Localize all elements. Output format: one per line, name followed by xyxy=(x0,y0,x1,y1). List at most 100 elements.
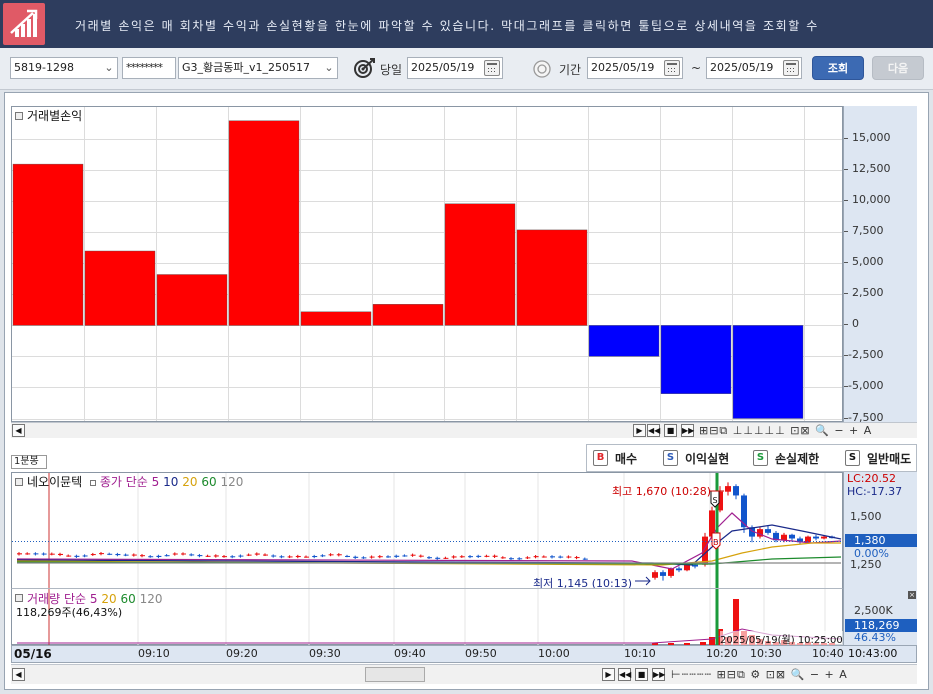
chart-tools-icon[interactable]: ⊢┄┄┄┄ ⊞⊟⧉ ⚙ ⊡⊠ 🔍 − + A xyxy=(671,668,913,682)
candle xyxy=(148,556,154,558)
candle[interactable] xyxy=(733,486,739,496)
candle[interactable] xyxy=(765,529,771,533)
pnl-bar-6[interactable] xyxy=(372,304,444,326)
candle xyxy=(115,553,121,556)
volume-value-text: 118,269주(46,43%) xyxy=(16,606,123,619)
scroll-right-icon[interactable]: ▶ xyxy=(633,424,646,437)
pnl-bar-10[interactable] xyxy=(660,325,732,394)
buy-marker-letter: B xyxy=(713,538,719,547)
take-profit-signal-icon: S xyxy=(663,450,678,466)
pnl-bar-11[interactable] xyxy=(732,325,804,419)
pnl-bar-1[interactable] xyxy=(12,163,84,326)
candle xyxy=(533,556,539,558)
pnl-y-tick: 7,500 xyxy=(852,224,884,238)
interval-label[interactable]: 1분봉 xyxy=(11,455,47,469)
current-volume-pct: 46.43% xyxy=(854,631,896,644)
candle[interactable] xyxy=(789,534,795,539)
price-chart-pane[interactable]: BS 네오이뮨텍 종가 단순 5 10 20 60 120 최고 1,670 (… xyxy=(11,472,843,590)
pnl-y-tick: 15,000 xyxy=(852,131,891,145)
period-radio-icon[interactable] xyxy=(532,59,552,79)
chart-logo-icon xyxy=(3,3,45,45)
candle xyxy=(271,555,277,557)
pnl-bar-2[interactable] xyxy=(84,250,156,326)
pnl-bar-9[interactable] xyxy=(588,325,660,357)
period-label: 기간 xyxy=(559,63,582,77)
pnl-chart-pane[interactable]: 거래별손익 xyxy=(11,106,843,422)
today-date-field[interactable]: 2025/05/19 xyxy=(407,57,503,79)
pnl-chart[interactable] xyxy=(12,107,842,421)
candle[interactable] xyxy=(813,536,819,539)
target-icon xyxy=(353,57,377,79)
series-toggle-icon[interactable] xyxy=(90,480,97,486)
candle[interactable] xyxy=(725,486,731,492)
password-field[interactable]: ******** xyxy=(122,57,176,79)
account-select[interactable]: 5819-1298 ⌄ xyxy=(10,57,118,79)
scroll-prev-icon[interactable]: ◀◀ xyxy=(647,424,660,437)
scroll-right-icon[interactable]: ▶ xyxy=(602,668,615,681)
time-axis-date: 05/16 xyxy=(14,647,52,661)
lc-value: LC:20.52 xyxy=(847,472,897,485)
candle[interactable] xyxy=(660,572,666,576)
candle xyxy=(550,556,555,558)
price-ma-120: 120 xyxy=(220,475,244,489)
price-tick-1500: 1,500 xyxy=(850,510,882,523)
candle[interactable] xyxy=(684,564,690,571)
scroll-prev-icon[interactable]: ◀◀ xyxy=(618,668,631,681)
pnl-bar-5[interactable] xyxy=(300,311,372,326)
pnl-y-tick-mark xyxy=(844,293,848,294)
sell-marker-letter: S xyxy=(713,496,718,505)
candle[interactable] xyxy=(676,568,682,571)
next-button[interactable]: 다음 xyxy=(872,56,924,80)
header-banner: 거래별 손익은 매 회차별 수익과 손실현황을 한눈에 파악할 수 있습니다. … xyxy=(0,0,933,48)
candle[interactable] xyxy=(652,572,658,578)
period-to-field[interactable]: 2025/05/19 xyxy=(706,57,802,79)
stop-icon[interactable]: ■ xyxy=(664,424,677,437)
candle xyxy=(476,555,482,557)
series-toggle-icon[interactable] xyxy=(15,478,23,486)
stop-loss-label: 손실제한 xyxy=(775,452,820,466)
candle xyxy=(58,553,63,556)
time-axis: 05/16 10:43:00 09:10 09:20 09:30 09:40 09:50… xyxy=(11,645,917,663)
account-value: 5819-1298 xyxy=(14,61,74,74)
candle xyxy=(189,554,195,556)
volume-tick: 2,500K xyxy=(854,604,893,617)
series-toggle-icon[interactable] xyxy=(15,112,23,120)
candle[interactable] xyxy=(668,568,674,576)
scroll-next-icon[interactable]: ▶▶ xyxy=(681,424,694,437)
stop-icon[interactable]: ■ xyxy=(635,668,648,681)
time-tick: 09:50 xyxy=(465,647,497,660)
pnl-bar-3[interactable] xyxy=(156,274,228,326)
calendar-icon[interactable] xyxy=(484,60,500,76)
candle xyxy=(328,554,334,556)
pnl-bar-8[interactable] xyxy=(516,229,588,326)
pnl-scrollbar[interactable]: ◀ ▶ ◀◀ ■ ▶▶ ⊞⊟⧉ ⊥⊥⊥⊥⊥ ⊡⊠ 🔍 − + A xyxy=(11,422,917,438)
calendar-icon[interactable] xyxy=(783,60,799,76)
candle xyxy=(320,555,326,557)
time-tick: 09:10 xyxy=(138,647,170,660)
candle xyxy=(197,555,203,557)
candle xyxy=(279,556,285,558)
volume-y-axis: × 2,500K 118,269 46.43% xyxy=(843,588,917,645)
close-pane-icon[interactable]: × xyxy=(908,591,916,599)
scroll-next-icon[interactable]: ▶▶ xyxy=(652,668,665,681)
pnl-bar-4[interactable] xyxy=(228,120,300,326)
candle xyxy=(369,556,375,558)
chart-tools-icon[interactable]: ⊞⊟⧉ ⊥⊥⊥⊥⊥ ⊡⊠ 🔍 − + A xyxy=(699,424,914,438)
time-scrollbar[interactable]: ◀ ▶ ◀◀ ■ ▶▶ ⊢┄┄┄┄ ⊞⊟⧉ ⚙ ⊡⊠ 🔍 − + A xyxy=(11,664,917,684)
candle xyxy=(131,554,137,556)
series-toggle-icon[interactable] xyxy=(15,594,23,602)
strategy-select[interactable]: G3_황금동파_v1_250517 ⌄ xyxy=(178,57,338,79)
period-from-field[interactable]: 2025/05/19 xyxy=(587,57,683,79)
volume-chart-pane[interactable]: 거래량 단순 5 20 60 120 118,269주(46,43%) 2025… xyxy=(11,588,843,646)
candle xyxy=(402,555,408,557)
scroll-left-icon[interactable]: ◀ xyxy=(12,424,25,437)
search-button[interactable]: 조회 xyxy=(812,56,864,80)
price-chart[interactable]: BS xyxy=(12,473,842,589)
calendar-icon[interactable] xyxy=(664,60,680,76)
candle xyxy=(345,555,350,557)
candle xyxy=(558,556,564,558)
candle[interactable] xyxy=(821,536,827,539)
scroll-thumb[interactable] xyxy=(365,667,425,682)
pnl-bar-7[interactable] xyxy=(444,203,516,326)
scroll-left-icon[interactable]: ◀ xyxy=(12,668,25,681)
